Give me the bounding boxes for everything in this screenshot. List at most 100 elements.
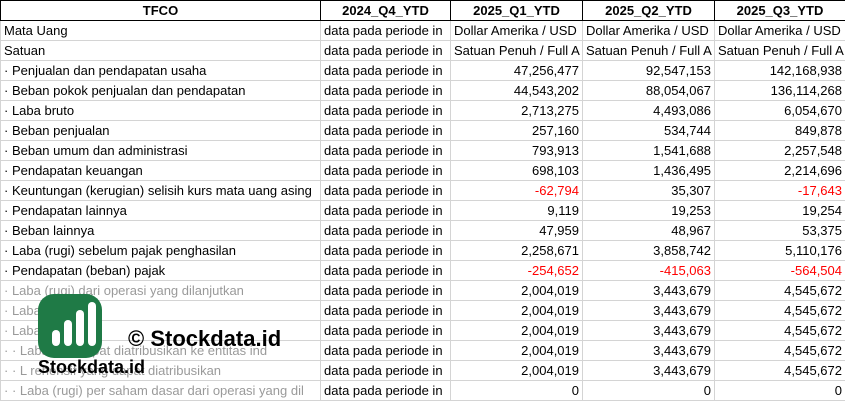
row-label-cell[interactable]: · Laba (rugi) sebelum pajak penghasilan: [0, 240, 321, 261]
cell-2025-q3[interactable]: 4,545,672: [714, 340, 845, 361]
cell-2025-q1[interactable]: 2,004,019: [450, 340, 583, 361]
cell-2024-q4[interactable]: data pada periode in: [320, 220, 451, 241]
cell-2024-q4[interactable]: data pada periode in: [320, 180, 451, 201]
cell-2025-q3[interactable]: 136,114,268: [714, 80, 845, 101]
row-label-cell[interactable]: Mata Uang: [0, 20, 321, 41]
cell-2025-q2[interactable]: 3,443,679: [582, 280, 715, 301]
cell-2024-q4[interactable]: data pada periode in: [320, 340, 451, 361]
header-cell-2025-q3[interactable]: 2025_Q3_YTD: [714, 0, 845, 21]
cell-2024-q4[interactable]: data pada periode in: [320, 280, 451, 301]
row-label-cell[interactable]: · Beban penjualan: [0, 120, 321, 141]
cell-2024-q4[interactable]: data pada periode in: [320, 360, 451, 381]
cell-2025-q3[interactable]: 19,254: [714, 200, 845, 221]
cell-2025-q2[interactable]: 3,443,679: [582, 340, 715, 361]
row-label-cell[interactable]: · · Laba (rugi) per saham dasar dari ope…: [0, 380, 321, 401]
cell-2025-q3[interactable]: 4,545,672: [714, 360, 845, 381]
cell-2025-q1[interactable]: 793,913: [450, 140, 583, 161]
cell-2025-q3[interactable]: 142,168,938: [714, 60, 845, 81]
cell-2025-q1[interactable]: 2,258,671: [450, 240, 583, 261]
header-cell-2024-q4[interactable]: 2024_Q4_YTD: [320, 0, 451, 21]
cell-2025-q1[interactable]: 47,959: [450, 220, 583, 241]
cell-2025-q1[interactable]: 2,004,019: [450, 300, 583, 321]
cell-2024-q4[interactable]: data pada periode in: [320, 380, 451, 401]
cell-2025-q3[interactable]: -564,504: [714, 260, 845, 281]
cell-2025-q2[interactable]: 3,443,679: [582, 320, 715, 341]
row-label-cell[interactable]: · Pendapatan lainnya: [0, 200, 321, 221]
row-label-cell[interactable]: · Beban umum dan administrasi: [0, 140, 321, 161]
row-label-cell[interactable]: · Keuntungan (kerugian) selisih kurs mat…: [0, 180, 321, 201]
cell-2025-q2[interactable]: 19,253: [582, 200, 715, 221]
cell-2025-q3[interactable]: 849,878: [714, 120, 845, 141]
cell-2024-q4[interactable]: data pada periode in: [320, 140, 451, 161]
cell-2024-q4[interactable]: data pada periode in: [320, 60, 451, 81]
cell-2025-q2[interactable]: 3,443,679: [582, 300, 715, 321]
cell-2025-q1[interactable]: 2,713,275: [450, 100, 583, 121]
cell-2025-q2[interactable]: 88,054,067: [582, 80, 715, 101]
cell-2024-q4[interactable]: data pada periode in: [320, 320, 451, 341]
row-label-cell[interactable]: · Beban lainnya: [0, 220, 321, 241]
cell-2025-q2[interactable]: Dollar Amerika / USD: [582, 20, 715, 41]
cell-2025-q2[interactable]: Satuan Penuh / Full A: [582, 40, 715, 61]
cell-2025-q1[interactable]: Dollar Amerika / USD: [450, 20, 583, 41]
row-label-cell[interactable]: · Beban pokok penjualan dan pendapatan: [0, 80, 321, 101]
cell-2025-q2[interactable]: 35,307: [582, 180, 715, 201]
row-label-cell[interactable]: · Penjualan dan pendapatan usaha: [0, 60, 321, 81]
header-cell-2025-q2[interactable]: 2025_Q2_YTD: [582, 0, 715, 21]
cell-2025-q3[interactable]: Dollar Amerika / USD: [714, 20, 845, 41]
cell-2025-q3[interactable]: 4,545,672: [714, 320, 845, 341]
cell-2025-q3[interactable]: 4,545,672: [714, 280, 845, 301]
cell-2024-q4[interactable]: data pada periode in: [320, 80, 451, 101]
row-label-cell[interactable]: Satuan: [0, 40, 321, 61]
row-label-cell[interactable]: · Pendapatan (beban) pajak: [0, 260, 321, 281]
cell-2025-q2[interactable]: -415,063: [582, 260, 715, 281]
cell-2024-q4[interactable]: data pada periode in: [320, 240, 451, 261]
row-label-cell[interactable]: · Pendapatan keuangan: [0, 160, 321, 181]
cell-2024-q4[interactable]: data pada periode in: [320, 160, 451, 181]
cell-2024-q4[interactable]: data pada periode in: [320, 300, 451, 321]
cell-2025-q2[interactable]: 4,493,086: [582, 100, 715, 121]
cell-2024-q4[interactable]: data pada periode in: [320, 120, 451, 141]
row-label-cell[interactable]: · · Laba ang dapat diatribusikan ke enti…: [0, 340, 321, 361]
cell-2025-q3[interactable]: 53,375: [714, 220, 845, 241]
cell-2024-q4[interactable]: data pada periode in: [320, 200, 451, 221]
cell-2025-q1[interactable]: 47,256,477: [450, 60, 583, 81]
cell-2024-q4[interactable]: data pada periode in: [320, 40, 451, 61]
cell-2025-q1[interactable]: Satuan Penuh / Full A: [450, 40, 583, 61]
cell-2025-q1[interactable]: 2,004,019: [450, 320, 583, 341]
row-label-cell[interactable]: · Laba: [0, 300, 321, 321]
cell-2025-q1[interactable]: -62,794: [450, 180, 583, 201]
cell-2025-q3[interactable]: 4,545,672: [714, 300, 845, 321]
cell-2025-q1[interactable]: -254,652: [450, 260, 583, 281]
header-cell-ticker[interactable]: TFCO: [0, 0, 321, 21]
cell-2025-q1[interactable]: 257,160: [450, 120, 583, 141]
cell-2025-q3[interactable]: 6,054,670: [714, 100, 845, 121]
cell-2025-q1[interactable]: 2,004,019: [450, 360, 583, 381]
cell-2025-q1[interactable]: 44,543,202: [450, 80, 583, 101]
cell-2025-q2[interactable]: 3,858,742: [582, 240, 715, 261]
cell-2025-q2[interactable]: 1,541,688: [582, 140, 715, 161]
cell-2025-q1[interactable]: 0: [450, 380, 583, 401]
cell-2025-q2[interactable]: 534,744: [582, 120, 715, 141]
cell-2024-q4[interactable]: data pada periode in: [320, 100, 451, 121]
row-label-cell[interactable]: · Laba bruto: [0, 100, 321, 121]
row-label-cell[interactable]: · · L rehensif yang dapat diatribusikan: [0, 360, 321, 381]
cell-2025-q2[interactable]: 0: [582, 380, 715, 401]
cell-2025-q3[interactable]: 0: [714, 380, 845, 401]
cell-2025-q1[interactable]: 9,119: [450, 200, 583, 221]
cell-2025-q1[interactable]: 698,103: [450, 160, 583, 181]
cell-2025-q3[interactable]: Satuan Penuh / Full A: [714, 40, 845, 61]
cell-2024-q4[interactable]: data pada periode in: [320, 20, 451, 41]
row-label-cell[interactable]: · Laba rehensif: [0, 320, 321, 341]
cell-2025-q3[interactable]: 5,110,176: [714, 240, 845, 261]
cell-2025-q2[interactable]: 92,547,153: [582, 60, 715, 81]
cell-2025-q2[interactable]: 1,436,495: [582, 160, 715, 181]
cell-2024-q4[interactable]: data pada periode in: [320, 260, 451, 281]
cell-2025-q3[interactable]: -17,643: [714, 180, 845, 201]
header-cell-2025-q1[interactable]: 2025_Q1_YTD: [450, 0, 583, 21]
row-label-cell[interactable]: · Laba (rugi) dari operasi yang dilanjut…: [0, 280, 321, 301]
cell-2025-q3[interactable]: 2,257,548: [714, 140, 845, 161]
cell-2025-q2[interactable]: 48,967: [582, 220, 715, 241]
cell-2025-q1[interactable]: 2,004,019: [450, 280, 583, 301]
cell-2025-q2[interactable]: 3,443,679: [582, 360, 715, 381]
cell-2025-q3[interactable]: 2,214,696: [714, 160, 845, 181]
